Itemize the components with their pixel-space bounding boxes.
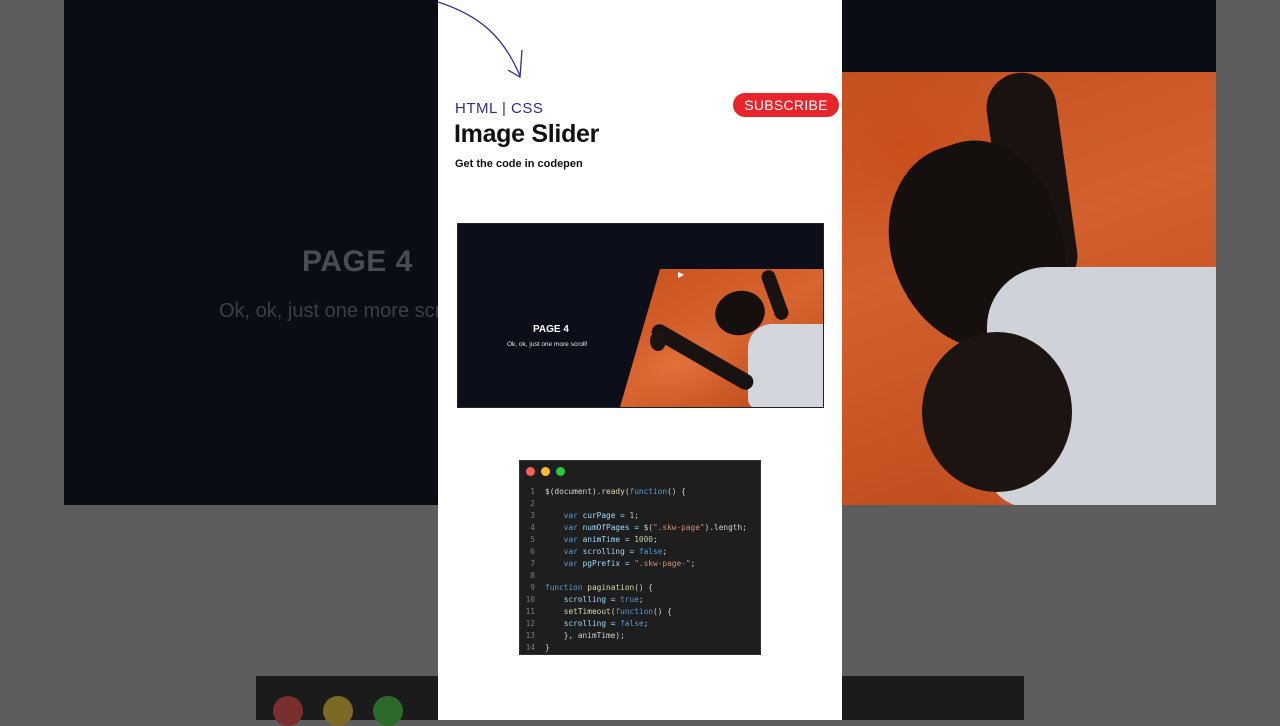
- background-dot-red: [273, 696, 303, 726]
- code-token: animTime =: [577, 535, 635, 544]
- code-token: curPage =: [577, 511, 630, 520]
- code-token: var: [563, 547, 578, 556]
- code-line: 4 var numOfPages = $(".skw-page").length…: [520, 522, 760, 534]
- line-number: 3: [530, 511, 535, 520]
- background-dot-yellow: [323, 696, 353, 726]
- line-number: 10: [525, 595, 535, 604]
- code-token: ;: [653, 535, 658, 544]
- code-token: false: [638, 547, 663, 556]
- code-token: function: [545, 583, 583, 592]
- maximize-dot-icon: [556, 467, 565, 476]
- code-token: () {: [634, 583, 653, 592]
- card-title: Image Slider: [454, 120, 600, 148]
- code-line: 14}: [520, 642, 760, 654]
- code-line: 5 var animTime = 1000;: [520, 534, 760, 546]
- code-token: }, animTime);: [545, 631, 625, 640]
- code-token: var: [563, 523, 578, 532]
- code-token: ".skw-page-": [634, 559, 691, 568]
- window-controls: [526, 467, 565, 476]
- background-photo: [842, 72, 1216, 505]
- code-token: ).length;: [704, 523, 747, 532]
- code-token: ;: [638, 595, 644, 604]
- code-token: var: [563, 535, 578, 544]
- code-line: 3 var curPage = 1;: [520, 510, 760, 522]
- code-token: }: [545, 643, 550, 652]
- code-line: 6 var scrolling = false;: [520, 546, 760, 558]
- line-number: 8: [530, 571, 535, 580]
- line-number: 12: [525, 619, 535, 628]
- code-lines: 1 $(document). ready(function() {2 3 var cu…: [520, 486, 760, 654]
- line-number: 5: [530, 535, 535, 544]
- shorts-card: HTML | CSS Image Slider Get the code in …: [438, 0, 842, 720]
- code-token: false: [620, 619, 644, 628]
- mouse-cursor-icon: ▶: [678, 270, 685, 279]
- code-token: scrolling =: [577, 547, 639, 556]
- code-token: () {: [667, 487, 686, 496]
- hand-drawn-arrow-icon: [438, 1, 523, 79]
- slider-preview: PAGE 4 Ok, ok, just one more scroll! ▶: [457, 223, 824, 408]
- code-token: function: [615, 607, 653, 616]
- code-token: setTimeout: [563, 607, 611, 616]
- code-line: 10 scrolling = true;: [520, 594, 760, 606]
- code-line: 12 scrolling = false;: [520, 618, 760, 630]
- code-line: 13 }, animTime);: [520, 630, 760, 642]
- code-line: 2: [520, 498, 760, 510]
- code-token: ready: [601, 487, 625, 496]
- code-token: true: [620, 595, 639, 604]
- tech-label: HTML | CSS: [455, 100, 544, 117]
- card-subtitle: Get the code in codepen: [455, 158, 583, 170]
- code-token: numOfPages =: [577, 523, 644, 532]
- code-token: ;: [662, 547, 668, 556]
- line-number: 2: [530, 499, 535, 508]
- background-dot-green: [373, 696, 403, 726]
- line-number: 4: [530, 523, 535, 532]
- line-number: 9: [530, 583, 535, 592]
- subscribe-button[interactable]: SUBSCRIBE: [733, 93, 839, 117]
- background-code-bar-right: [842, 676, 1024, 720]
- code-token: $(: [643, 523, 653, 532]
- code-line: 8: [520, 570, 760, 582]
- line-number: 13: [525, 631, 535, 640]
- preview-page-title: PAGE 4: [533, 324, 569, 335]
- preview-photo: [620, 269, 823, 407]
- line-number: 14: [525, 643, 535, 652]
- code-token: ;: [634, 511, 639, 520]
- code-token: $(document).: [545, 487, 602, 496]
- code-token: ;: [690, 559, 696, 568]
- code-token: var: [563, 559, 578, 568]
- code-token: var: [563, 511, 578, 520]
- line-number: 6: [530, 547, 535, 556]
- line-number: 1: [530, 487, 535, 496]
- code-token: () {: [653, 607, 672, 616]
- background-page-subtitle: Ok, ok, just one more scroll!: [219, 300, 438, 322]
- line-number: 11: [525, 607, 535, 616]
- code-line: 9 function pagination() {: [520, 582, 760, 594]
- code-token: ".skw-page": [652, 523, 705, 532]
- preview-page-subtitle: Ok, ok, just one more scroll!: [507, 341, 588, 348]
- code-token: scrolling =: [545, 595, 621, 604]
- code-line: 7 var pgPrefix = ".skw-page-";: [520, 558, 760, 570]
- code-token: ;: [643, 619, 649, 628]
- code-line: 11 setTimeout(function() {: [520, 606, 760, 618]
- code-token: 1000: [634, 535, 653, 544]
- line-number: 7: [530, 559, 535, 568]
- code-token: pgPrefix =: [577, 559, 635, 568]
- code-line: 1 $(document). ready(function() {: [520, 486, 760, 498]
- code-token: scrolling =: [545, 619, 621, 628]
- code-token: pagination: [587, 583, 635, 592]
- close-dot-icon: [526, 467, 535, 476]
- code-window: 1 $(document). ready(function() {2 3 var cu…: [519, 460, 761, 655]
- background-dark-strip: [842, 0, 1216, 72]
- minimize-dot-icon: [541, 467, 550, 476]
- code-token: function: [629, 487, 668, 496]
- background-page-title: PAGE 4: [302, 245, 413, 278]
